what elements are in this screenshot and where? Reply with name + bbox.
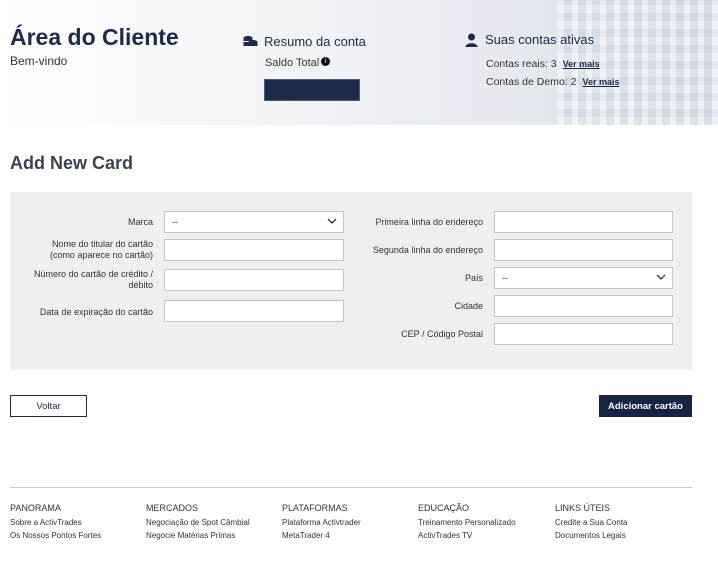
footer-column-platforms: PLATAFORMAS Plataforma Activtrader MetaT…	[282, 503, 361, 540]
footer-link[interactable]: ActivTrades TV	[418, 531, 516, 540]
card-holder-label: Nome do titular do cartão (como aparece …	[49, 239, 153, 260]
footer-link[interactable]: Negocie Matérias Primas	[146, 531, 250, 540]
user-icon	[465, 33, 478, 47]
account-summary: Resumo da conta Saldo Total i	[243, 34, 366, 101]
address-line1-input[interactable]	[494, 211, 673, 233]
brand-select[interactable]: --	[164, 211, 344, 233]
header-banner	[0, 0, 718, 125]
total-balance-value	[264, 79, 360, 101]
footer-link[interactable]: Sobre a ActivTrades	[10, 518, 101, 527]
section-title: Add New Card	[10, 153, 134, 173]
page-title: Área do Cliente	[10, 24, 179, 50]
card-number-label: Número do cartão de crédito / débito	[33, 269, 153, 290]
footer-divider	[10, 487, 692, 488]
address-line1-label: Primeira linha do endereço	[375, 217, 483, 227]
country-select[interactable]: --	[494, 267, 673, 289]
expiry-date-label: Data de expiração do cartão	[39, 307, 153, 317]
zip-code-label: CEP / Código Postal	[401, 329, 483, 339]
active-accounts: Suas contas ativas Contas reais: 3 Ver ma…	[465, 32, 705, 88]
brand-label: Marca	[127, 217, 153, 227]
back-button[interactable]: Voltar	[10, 395, 87, 417]
card-holder-input[interactable]	[164, 239, 344, 261]
real-accounts-line: Contas reais: 3 Ver mais	[486, 58, 600, 70]
account-summary-heading: Resumo da conta	[264, 34, 366, 49]
footer-link[interactable]: Treinamento Personalizado	[418, 518, 516, 527]
card-number-input[interactable]	[164, 269, 344, 291]
footer-link[interactable]: MetaTrader 4	[282, 531, 361, 540]
city-input[interactable]	[494, 295, 673, 317]
demo-accounts-more-link[interactable]: Ver mais	[582, 77, 619, 87]
city-label: Cidade	[454, 301, 483, 311]
footer-link[interactable]: Documentos Legais	[555, 531, 628, 540]
footer-link[interactable]: Os Nossos Pontos Fortes	[10, 531, 101, 540]
address-line2-label: Segunda linha do endereço	[372, 245, 483, 255]
coins-icon	[243, 36, 258, 46]
country-label: País	[464, 273, 483, 283]
footer-link[interactable]: Plataforma Activtrader	[282, 518, 361, 527]
footer-column-markets: MERCADOS Negociação de Spot Câmbial Nego…	[146, 503, 250, 540]
footer-column-panorama: PANORAMA Sobre a ActivTrades Os Nossos P…	[10, 503, 102, 540]
footer-column-education: EDUCAÇÃO Treinamento Personalizado Activ…	[418, 503, 516, 540]
active-accounts-heading: Suas contas ativas	[485, 32, 595, 47]
footer-link[interactable]: Negociação de Spot Câmbial	[146, 518, 250, 527]
demo-accounts-line: Contas de Demo: 2 Ver mais	[486, 76, 620, 88]
address-line2-input[interactable]	[494, 239, 673, 261]
info-icon[interactable]: i	[321, 57, 331, 66]
total-balance-label: Saldo Total i	[265, 57, 331, 69]
footer-link[interactable]: Credite a Sua Conta	[555, 518, 628, 527]
expiry-date-input[interactable]	[164, 300, 344, 322]
add-card-button[interactable]: Adicionar cartão	[599, 395, 692, 417]
real-accounts-more-link[interactable]: Ver mais	[563, 59, 600, 69]
footer-column-useful-links: LINKS ÚTEIS Credite a Sua Conta Document…	[555, 503, 628, 540]
zip-code-input[interactable]	[494, 323, 673, 345]
chevron-down-icon	[656, 274, 666, 280]
chevron-down-icon	[327, 218, 337, 224]
welcome-text: Bem-vindo	[10, 54, 68, 68]
